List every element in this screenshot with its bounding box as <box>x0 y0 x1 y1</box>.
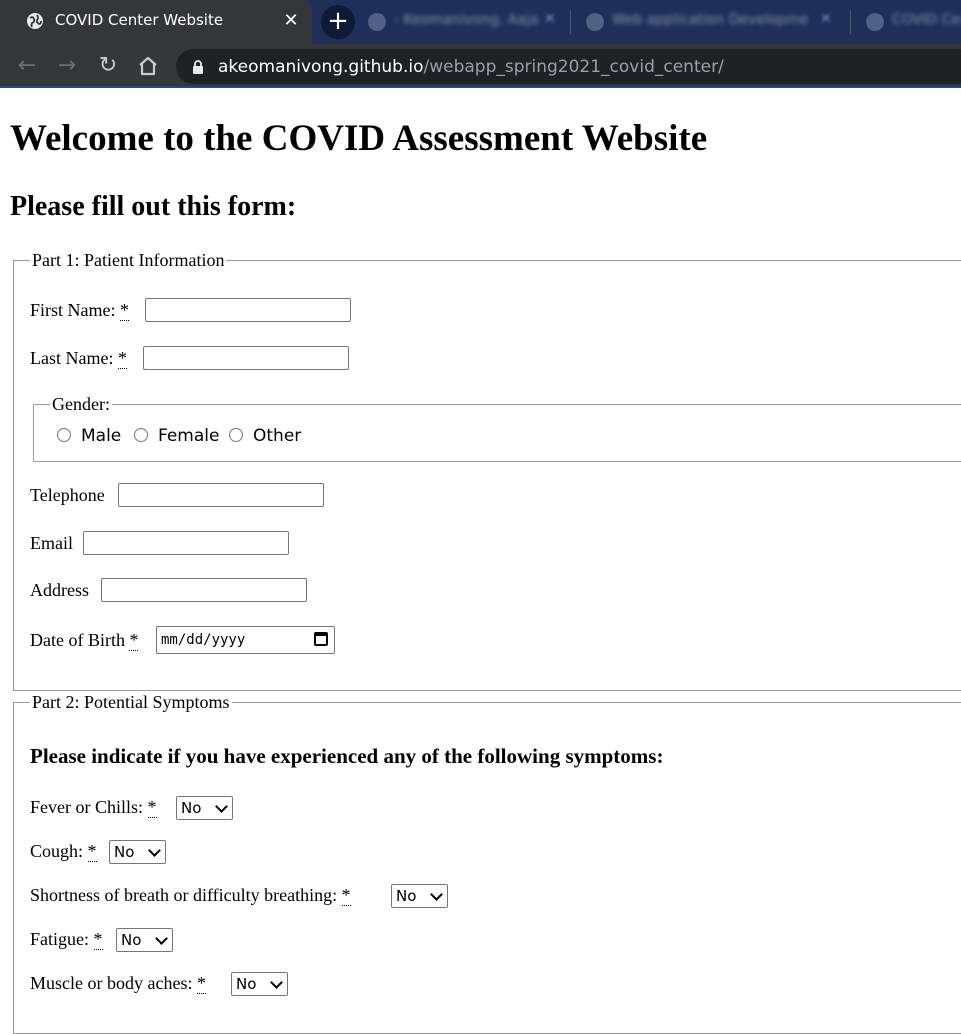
gender-female-radio[interactable] <box>134 428 148 442</box>
tab-title: Web application Developme <box>612 12 809 28</box>
tab-favicon-icon <box>586 13 604 31</box>
required-marker: * <box>120 300 129 321</box>
email-input[interactable] <box>83 531 289 555</box>
tab-strip: COVID Center Website ✕ + - Keomanivong, … <box>0 0 961 44</box>
telephone-input[interactable] <box>118 483 324 507</box>
symptom-label-muscle-aches: Muscle or body aches: * <box>30 972 206 994</box>
page-content: Welcome to the COVID Assessment Website … <box>0 88 961 1034</box>
required-marker: * <box>196 973 206 994</box>
symptom-label-cough: Cough: * <box>30 840 97 862</box>
required-marker: * <box>341 885 351 906</box>
tab-favicon-icon <box>866 13 884 31</box>
fatigue-select[interactable]: No <box>116 928 173 952</box>
globe-icon <box>27 13 43 29</box>
forward-arrow-icon[interactable]: → <box>52 51 82 81</box>
muscle-aches-select[interactable]: No <box>231 972 288 996</box>
close-tab-icon[interactable]: ✕ <box>544 11 556 27</box>
telephone-label: Telephone <box>30 485 105 505</box>
close-tab-icon[interactable]: ✕ <box>282 8 300 34</box>
fever-select[interactable]: No <box>176 796 233 820</box>
url-host: akeomanivong.github.io <box>218 57 424 77</box>
first-name-label: First Name: * <box>30 299 129 321</box>
symptom-label-fever: Fever or Chills: * <box>30 796 157 818</box>
email-label: Email <box>30 533 73 553</box>
gender-female-label[interactable]: Female <box>158 426 219 446</box>
chevron-down-icon <box>155 932 168 945</box>
select-value: No <box>121 931 142 949</box>
symptoms-heading: Please indicate if you have experienced … <box>30 744 664 768</box>
label-text: Shortness of breath or difficulty breath… <box>30 885 338 905</box>
chevron-down-icon <box>430 888 443 901</box>
shortness-of-breath-select[interactable]: No <box>391 884 448 908</box>
dob-label: Date of Birth * <box>30 629 139 651</box>
page-title: Welcome to the COVID Assessment Website <box>10 118 708 159</box>
select-value: No <box>181 799 202 817</box>
tab-separator <box>850 10 851 34</box>
back-arrow-icon[interactable]: ← <box>12 51 42 81</box>
symptom-label-shortness-of-breath: Shortness of breath or difficulty breath… <box>30 884 351 906</box>
symptom-label-fatigue: Fatigue: * <box>30 928 103 950</box>
tab-favicon-icon <box>368 13 386 31</box>
tab-background-1[interactable]: - Keomanivong, Aaja - C ✕ <box>358 0 566 44</box>
first-name-input[interactable] <box>145 298 351 322</box>
date-of-birth-input[interactable]: mm/dd/yyyy <box>156 626 335 654</box>
new-tab-button[interactable]: + <box>321 5 355 39</box>
label-text: Date of Birth <box>30 630 125 650</box>
chevron-down-icon <box>215 800 228 813</box>
label-text: Last Name: <box>30 348 114 368</box>
chevron-down-icon <box>270 976 283 989</box>
tab-separator <box>570 10 571 34</box>
last-name-input[interactable] <box>143 346 349 370</box>
fieldset-legend: Gender: <box>50 394 112 414</box>
label-text: Cough: <box>30 841 84 861</box>
cough-select[interactable]: No <box>109 840 166 864</box>
url-path: /webapp_spring2021_covid_center/ <box>423 57 724 77</box>
last-name-label: Last Name: * <box>30 347 127 369</box>
address-input[interactable] <box>101 578 307 602</box>
calendar-icon[interactable] <box>314 632 328 646</box>
address-label: Address <box>30 580 89 600</box>
tab-active[interactable]: COVID Center Website ✕ <box>0 0 312 44</box>
browser-chrome: COVID Center Website ✕ + - Keomanivong, … <box>0 0 961 88</box>
home-icon[interactable] <box>133 51 163 81</box>
tab-background-2[interactable]: Web application Developme ✕ <box>576 0 846 44</box>
required-marker: * <box>147 797 157 818</box>
required-marker: * <box>93 929 103 950</box>
tab-title: - Keomanivong, Aaja - C <box>394 12 544 28</box>
label-text: Fatigue: <box>30 929 89 949</box>
required-marker: * <box>87 841 97 862</box>
tab-title: COVID Center Website <box>55 11 224 29</box>
select-value: No <box>114 843 135 861</box>
select-value: No <box>236 975 257 993</box>
url-text: akeomanivong.github.io/webapp_spring2021… <box>218 57 724 77</box>
required-marker: * <box>117 348 127 369</box>
browser-toolbar: ← → ↻ akeomanivong.github.io/webapp_spri… <box>0 44 961 88</box>
page-subtitle: Please fill out this form: <box>10 191 297 222</box>
chevron-down-icon <box>148 844 161 857</box>
required-marker: * <box>129 630 139 651</box>
tab-title: COVID Cen <box>892 12 961 28</box>
reload-icon[interactable]: ↻ <box>93 51 123 81</box>
label-text: Muscle or body aches: <box>30 973 193 993</box>
close-tab-icon[interactable]: ✕ <box>820 11 832 27</box>
label-text: First Name: <box>30 300 116 320</box>
gender-male-radio[interactable] <box>57 428 71 442</box>
lock-icon <box>193 60 203 74</box>
fieldset-legend: Part 1: Patient Information <box>30 250 227 270</box>
date-placeholder: mm/dd/yyyy <box>161 632 246 648</box>
label-text: Fever or Chills: <box>30 797 143 817</box>
fieldset-legend: Part 2: Potential Symptoms <box>30 692 232 712</box>
select-value: No <box>396 887 417 905</box>
gender-male-label[interactable]: Male <box>81 426 121 446</box>
address-bar[interactable]: akeomanivong.github.io/webapp_spring2021… <box>176 49 961 84</box>
tab-background-3[interactable]: COVID Cen <box>856 0 961 44</box>
gender-other-label[interactable]: Other <box>253 426 301 446</box>
gender-other-radio[interactable] <box>229 428 243 442</box>
